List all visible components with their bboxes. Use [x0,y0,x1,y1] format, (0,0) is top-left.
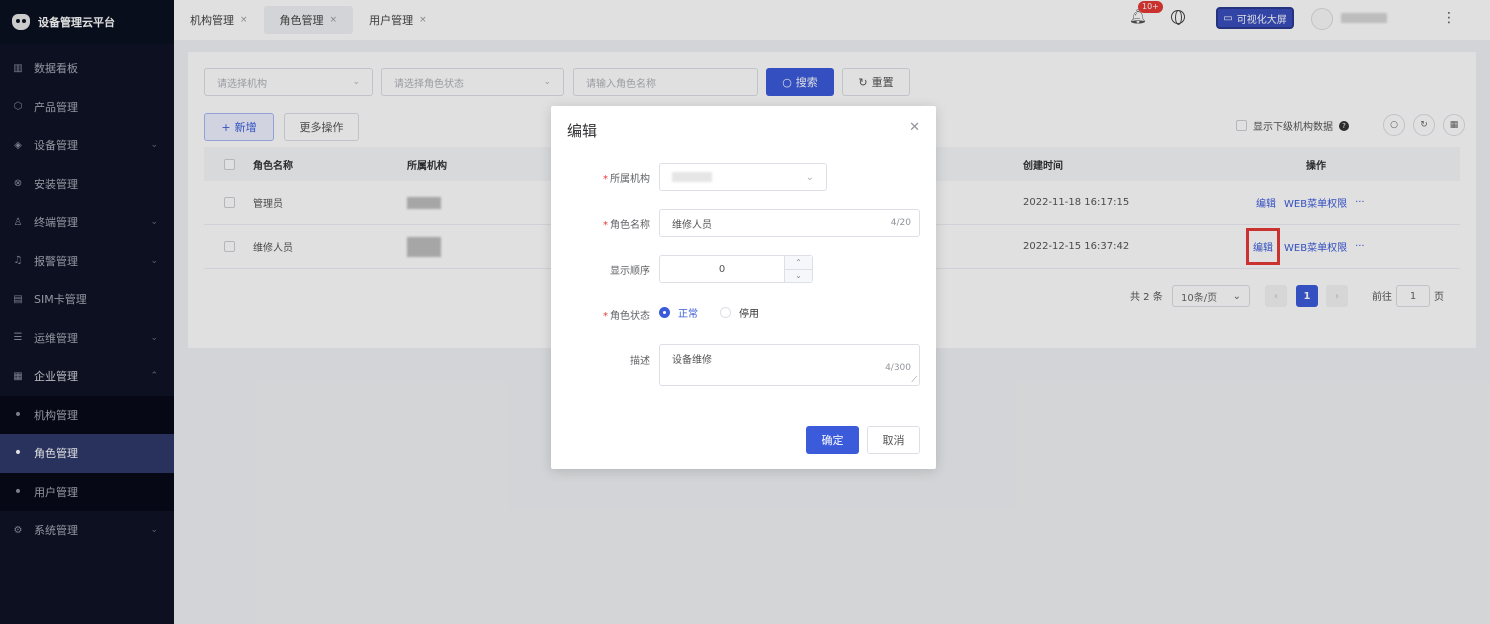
char-counter: 4/20 [890,218,911,228]
order-field-label: 显示顺序 [610,266,650,277]
order-stepper[interactable]: 0 ⌃ ⌄ [659,255,813,283]
org-field-select[interactable]: ⌄ [659,163,827,191]
chevron-down-icon: ⌄ [805,171,814,183]
org-field-label: * 所属机构 [603,174,650,185]
desc-field-label: 描述 [630,356,650,367]
status-normal-radio[interactable]: 正常 [659,305,698,320]
chevron-up-icon[interactable]: ⌃ [785,256,812,270]
confirm-button[interactable]: 确定 [806,426,859,454]
dialog-title: 编辑 [567,122,598,140]
org-value-redacted [672,172,712,182]
role-name-field-label: * 角色名称 [603,220,650,231]
role-name-field-input[interactable]: 维修人员 4/20 [659,209,920,237]
edit-role-dialog: 编辑 ✕ * 所属机构 ⌄ * 角色名称 维修人员 4/20 显示顺序 0 ⌃ ⌄ … [551,106,936,469]
radio-checked-icon [659,307,670,318]
radio-icon [720,307,731,318]
char-counter: 4/300 [885,363,911,373]
resize-handle-icon[interactable]: ⟋ [911,375,917,385]
status-radio-group: 正常 停用 [659,305,759,320]
cancel-button[interactable]: 取消 [867,426,920,454]
status-field-label: * 角色状态 [603,311,650,322]
status-disabled-radio[interactable]: 停用 [720,305,759,320]
close-icon[interactable]: ✕ [909,120,920,135]
desc-textarea[interactable]: 设备维修 4/300 ⟋ [659,344,920,386]
stepper-controls: ⌃ ⌄ [784,256,812,282]
chevron-down-icon[interactable]: ⌄ [785,270,812,283]
